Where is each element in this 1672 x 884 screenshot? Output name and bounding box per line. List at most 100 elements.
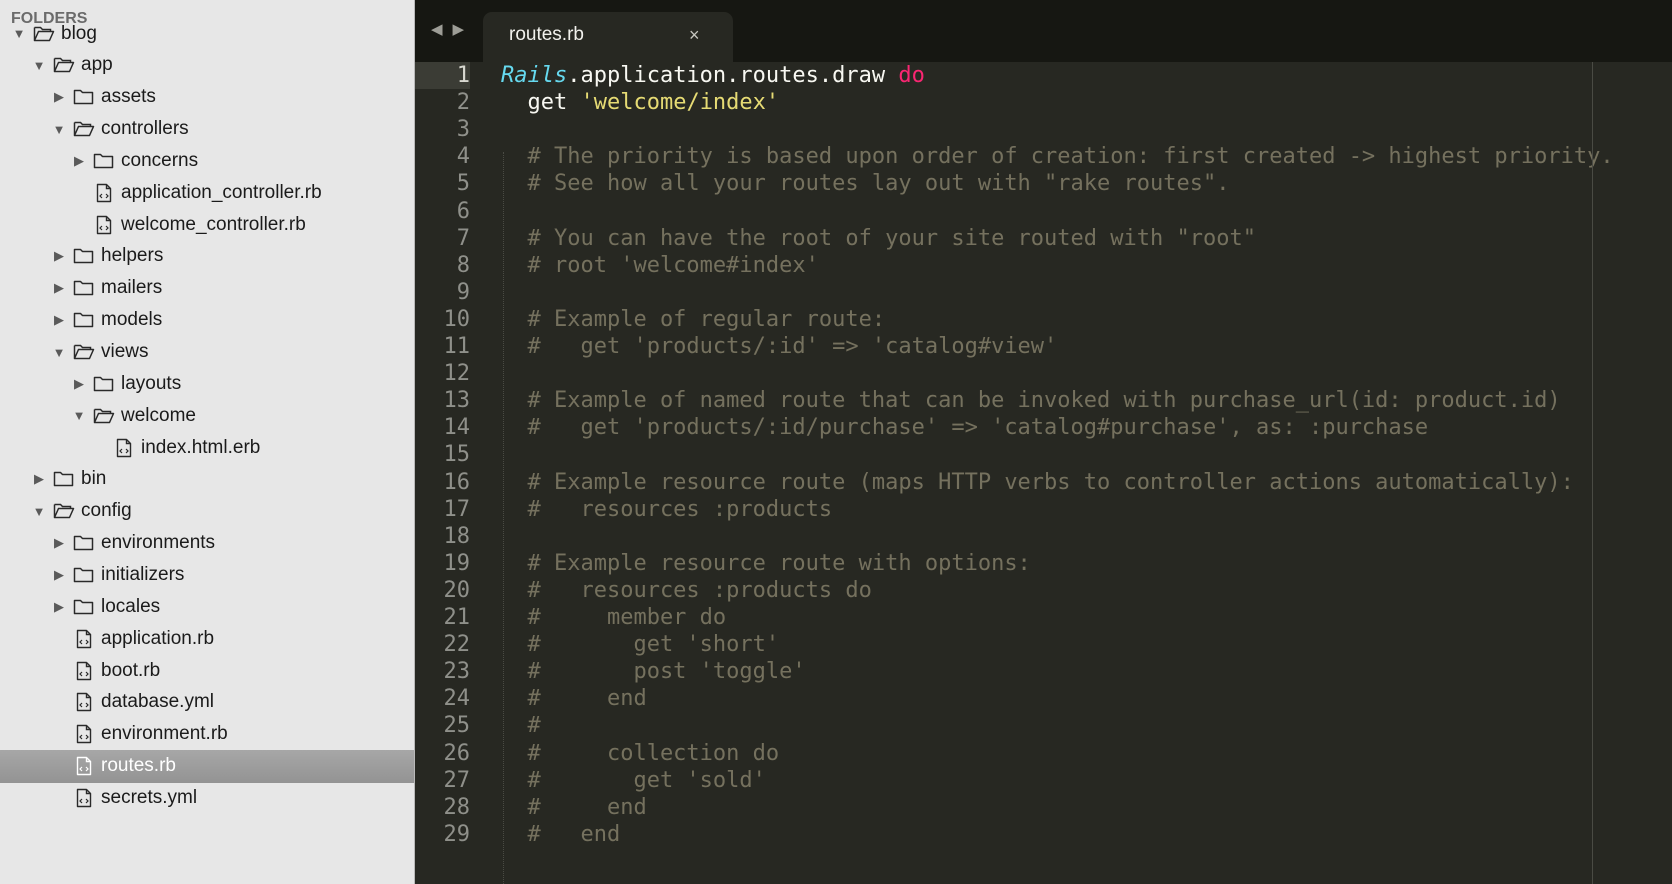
code-line[interactable]: 29 # end (415, 821, 1672, 848)
code-line[interactable]: 12 (415, 360, 1672, 387)
disclosure-closed-icon[interactable]: ▶ (72, 376, 86, 392)
code-line[interactable]: 14 # get 'products/:id/purchase' => 'cat… (415, 414, 1672, 441)
line-number: 3 (456, 117, 470, 143)
code-line[interactable]: 21 # member do (415, 604, 1672, 631)
code-token-comment: # Example of named route that can be inv… (501, 388, 1561, 414)
disclosure-closed-icon[interactable]: ▶ (52, 280, 66, 296)
folder-item-layouts[interactable]: ▶ layouts (0, 367, 414, 400)
file-item-secrets-yml[interactable]: secrets.yml (0, 781, 414, 814)
code-line[interactable]: 22 # get 'short' (415, 631, 1672, 658)
code-line[interactable]: 18 (415, 523, 1672, 550)
folder-icon (73, 596, 95, 618)
code-area[interactable]: 1 Rails .application.routes.draw do 2 get '… (415, 62, 1672, 884)
folder-item-app[interactable]: ▼ app (0, 49, 414, 82)
folder-item-config[interactable]: ▼ config (0, 495, 414, 528)
code-line[interactable]: 5 # See how all your routes lay out with… (415, 170, 1672, 197)
code-line[interactable]: 7 # You can have the root of your site r… (415, 225, 1672, 252)
code-line[interactable]: 11 # get 'products/:id' => 'catalog#view… (415, 333, 1672, 360)
tree-item-label: index.html.erb (141, 436, 261, 458)
line-number: 2 (456, 90, 470, 116)
folder-item-concerns[interactable]: ▶ concerns (0, 144, 414, 177)
code-line[interactable]: 26 # collection do (415, 740, 1672, 767)
folder-item-blog[interactable]: ▼ blog (0, 17, 414, 50)
code-line[interactable]: 3 (415, 116, 1672, 143)
code-line[interactable]: 24 # end (415, 685, 1672, 712)
line-number: 24 (443, 686, 471, 712)
code-line[interactable]: 19 # Example resource route with options… (415, 550, 1672, 577)
code-line[interactable]: 9 (415, 279, 1672, 306)
folder-item-initializers[interactable]: ▶ initializers (0, 558, 414, 591)
folder-item-models[interactable]: ▶ models (0, 304, 414, 337)
code-line[interactable]: 27 # get 'sold' (415, 767, 1672, 794)
file-icon (113, 437, 135, 459)
disclosure-closed-icon[interactable]: ▶ (32, 471, 46, 487)
code-line[interactable]: 10 # Example of regular route: (415, 306, 1672, 333)
file-item-boot-rb[interactable]: boot.rb (0, 654, 414, 687)
code-token-comment: # resources :products do (501, 577, 872, 603)
disclosure-closed-icon[interactable]: ▶ (52, 567, 66, 583)
folder-item-bin[interactable]: ▶ bin (0, 463, 414, 496)
editor: ◀ ▶ routes.rb × 1 Rails .application.route… (415, 0, 1672, 884)
file-item-application-controller-rb[interactable]: application_controller.rb (0, 176, 414, 209)
folder-item-controllers[interactable]: ▼ controllers (0, 113, 414, 146)
disclosure-open-icon[interactable]: ▼ (32, 58, 46, 73)
back-arrow-icon[interactable]: ◀ (431, 20, 443, 38)
line-number: 7 (456, 225, 470, 251)
code-token-comment: # resources :products (501, 496, 833, 522)
folder-item-mailers[interactable]: ▶ mailers (0, 272, 414, 305)
tree-item-label: mailers (101, 277, 163, 299)
tree-item-label: environments (101, 532, 216, 554)
disclosure-open-icon[interactable]: ▼ (52, 122, 66, 137)
folder-item-views[interactable]: ▼ views (0, 336, 414, 369)
code-token-comment: # end (501, 794, 647, 820)
code-text: # get 'sold' (501, 767, 765, 794)
code-line[interactable]: 13 # Example of named route that can be … (415, 387, 1672, 414)
tree-item-label: app (81, 54, 113, 76)
folder-item-helpers[interactable]: ▶ helpers (0, 240, 414, 273)
disclosure-closed-icon[interactable]: ▶ (52, 89, 66, 105)
file-item-welcome-controller-rb[interactable]: welcome_controller.rb (0, 208, 414, 241)
code-line[interactable]: 6 (415, 198, 1672, 225)
code-line[interactable]: 23 # post 'toggle' (415, 658, 1672, 685)
code-token-comment: # See how all your routes lay out with "… (501, 171, 1230, 197)
disclosure-closed-icon[interactable]: ▶ (52, 312, 66, 328)
folder-item-welcome[interactable]: ▼ welcome (0, 399, 414, 432)
code-text: # post 'toggle' (501, 658, 805, 685)
code-line[interactable]: 15 (415, 441, 1672, 468)
code-line[interactable]: 20 # resources :products do (415, 577, 1672, 604)
file-item-routes-rb[interactable]: routes.rb (0, 749, 414, 783)
code-line[interactable]: 2 get 'welcome/index' (415, 89, 1672, 116)
line-number: 6 (456, 198, 470, 224)
folder-item-assets[interactable]: ▶ assets (0, 81, 414, 114)
code-line[interactable]: 16 # Example resource route (maps HTTP v… (415, 469, 1672, 496)
code-line[interactable]: 25 # (415, 712, 1672, 739)
disclosure-closed-icon[interactable]: ▶ (52, 248, 66, 264)
disclosure-open-icon[interactable]: ▼ (52, 345, 66, 360)
file-item-index-html-erb[interactable]: index.html.erb (0, 431, 414, 464)
code-line[interactable]: 1 Rails .application.routes.draw do (415, 62, 1672, 90)
file-item-database-yml[interactable]: database.yml (0, 686, 414, 719)
code-token-plain: get (501, 90, 581, 116)
disclosure-closed-icon[interactable]: ▶ (72, 153, 86, 169)
disclosure-open-icon[interactable]: ▼ (72, 408, 86, 423)
tree-item-label: assets (101, 86, 156, 108)
code-line[interactable]: 8 # root 'welcome#index' (415, 252, 1672, 279)
disclosure-closed-icon[interactable]: ▶ (52, 599, 66, 615)
file-item-environment-rb[interactable]: environment.rb (0, 718, 414, 751)
forward-arrow-icon[interactable]: ▶ (453, 20, 465, 38)
disclosure-open-icon[interactable]: ▼ (12, 26, 26, 41)
file-item-application-rb[interactable]: application.rb (0, 622, 414, 655)
folder-item-environments[interactable]: ▶ environments (0, 527, 414, 560)
close-icon[interactable]: × (689, 25, 700, 46)
disclosure-closed-icon[interactable]: ▶ (52, 535, 66, 551)
tab-routes-rb[interactable]: routes.rb × (483, 12, 733, 62)
disclosure-open-icon[interactable]: ▼ (32, 504, 46, 519)
code-line[interactable]: 28 # end (415, 794, 1672, 821)
line-number: 27 (443, 767, 471, 793)
code-line[interactable]: 4 # The priority is based upon order of … (415, 143, 1672, 170)
sidebar: FOLDERS ▼ blog ▼ app ▶ assets ▼ controllers ▶ con… (0, 0, 415, 884)
code-line[interactable]: 17 # resources :products (415, 496, 1672, 523)
folder-item-locales[interactable]: ▶ locales (0, 590, 414, 623)
line-number: 10 (443, 306, 471, 332)
line-number: 12 (443, 361, 471, 387)
